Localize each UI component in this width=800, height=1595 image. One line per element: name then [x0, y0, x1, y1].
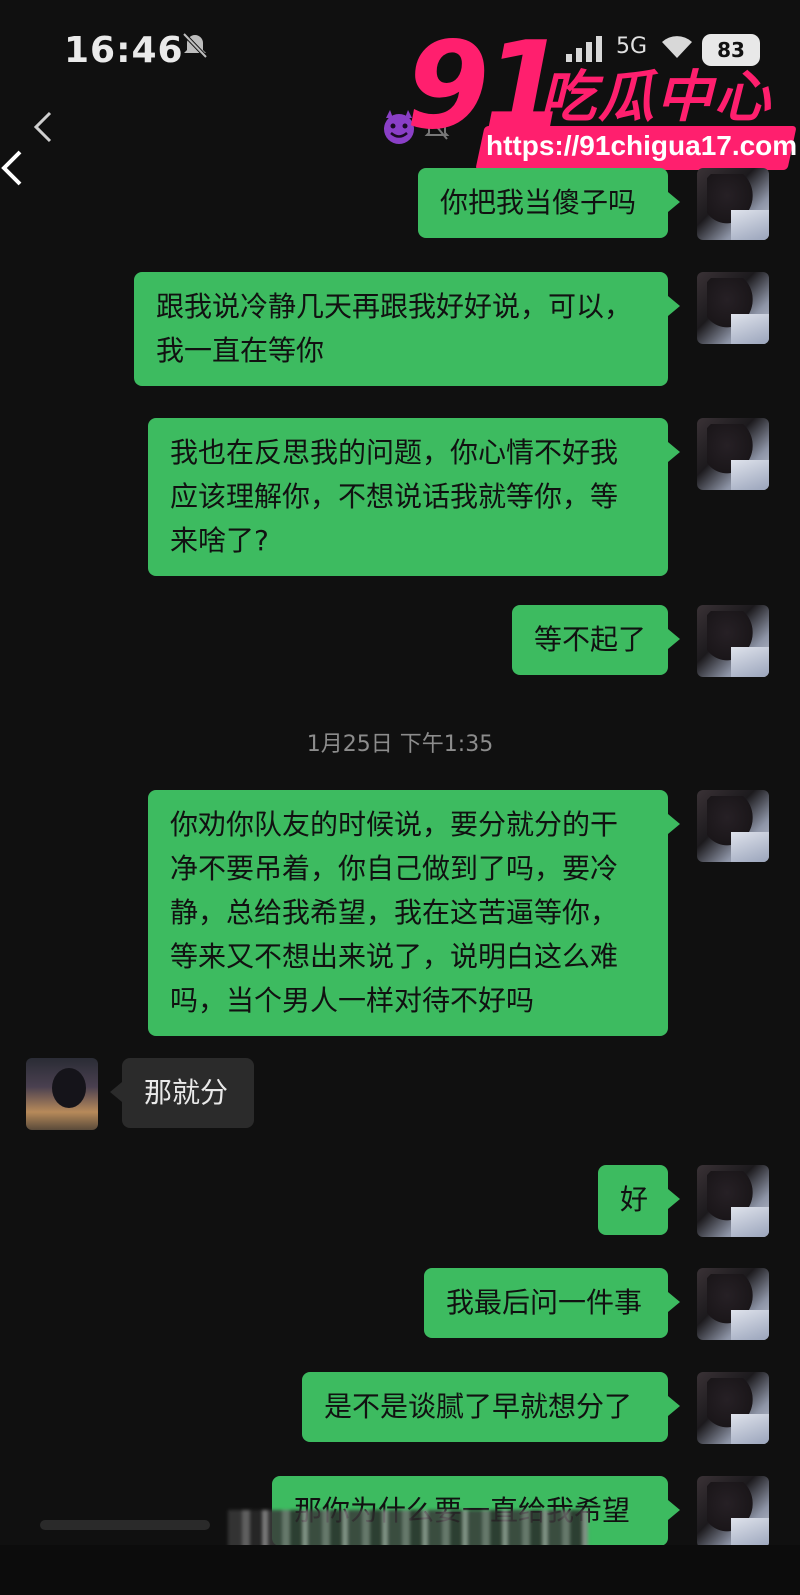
- chat-bubble-sent[interactable]: 好: [598, 1165, 680, 1235]
- back-arrow-icon[interactable]: [0, 148, 24, 188]
- avatar[interactable]: [697, 1268, 769, 1340]
- message-line: 静，总给我希望，我在这苦逼等你，: [170, 896, 619, 929]
- input-bar-hint: [40, 1520, 210, 1530]
- chat-bubble-sent[interactable]: 等不起了: [512, 605, 680, 675]
- avatar[interactable]: [697, 168, 769, 240]
- message-line: 我也在反思我的问题，你心情不好我: [170, 436, 619, 469]
- message-line: 吗，当个男人一样对待不好吗: [170, 984, 535, 1017]
- message-text: 等不起了: [534, 623, 647, 656]
- chat-bubble-sent[interactable]: 你劝你队友的时候说，要分就分的干 净不要吊着，你自己做到了吗，要冷 静，总给我希…: [148, 790, 680, 1036]
- message-text: 你把我当傻子吗: [440, 186, 637, 219]
- message-line: 我一直在等你: [156, 334, 325, 367]
- watermark: 91 吃瓜中心 https://91chigua17.com: [400, 17, 800, 172]
- chat-timestamp: 1月25日 下午1:35: [306, 732, 494, 757]
- contact-avatar[interactable]: [26, 1058, 98, 1130]
- message-text: 是不是谈腻了早就想分了: [324, 1390, 633, 1423]
- message-line: 跟我说冷静几天再跟我好好说，可以，: [156, 290, 633, 323]
- avatar[interactable]: [697, 1372, 769, 1444]
- chat-bubble-sent[interactable]: 跟我说冷静几天再跟我好好说，可以， 我一直在等你: [134, 272, 680, 386]
- avatar[interactable]: [697, 272, 769, 344]
- chat-bubble-sent[interactable]: 是不是谈腻了早就想分了: [302, 1372, 680, 1442]
- avatar[interactable]: [697, 418, 769, 490]
- chat-bubble-received[interactable]: 那就分: [110, 1058, 254, 1128]
- avatar[interactable]: [697, 790, 769, 862]
- message-line: 等来又不想出来说了，说明白这么难: [170, 940, 619, 973]
- message-line: 净不要吊着，你自己做到了吗，要冷: [170, 852, 619, 885]
- message-line: 你劝你队友的时候说，要分就分的干: [170, 808, 619, 841]
- chat-bubble-sent[interactable]: 我也在反思我的问题，你心情不好我 应该理解你，不想说话我就等你，等 来啥了?: [148, 418, 680, 576]
- watermark-url: https://91chigua17.com: [486, 130, 798, 161]
- avatar[interactable]: [697, 1165, 769, 1237]
- avatar[interactable]: [697, 1476, 769, 1548]
- message-text: 我最后问一件事: [446, 1286, 643, 1319]
- chat-bubble-sent[interactable]: 你把我当傻子吗: [418, 168, 680, 238]
- chevron-left-icon[interactable]: [30, 110, 58, 144]
- bell-muted-icon: [182, 32, 208, 59]
- chat-bubble-sent[interactable]: 我最后问一件事: [424, 1268, 680, 1338]
- message-line: 应该理解你，不想说话我就等你，等: [170, 480, 619, 513]
- bottom-bar: [0, 1545, 800, 1595]
- avatar[interactable]: [697, 605, 769, 677]
- message-text: 好: [620, 1183, 649, 1216]
- pixelated-region: [228, 1510, 588, 1550]
- status-time: 16:46: [64, 30, 184, 71]
- watermark-brand: 吃瓜中心: [540, 65, 772, 130]
- message-text: 那就分: [144, 1076, 229, 1109]
- message-line: 来啥了?: [170, 524, 269, 557]
